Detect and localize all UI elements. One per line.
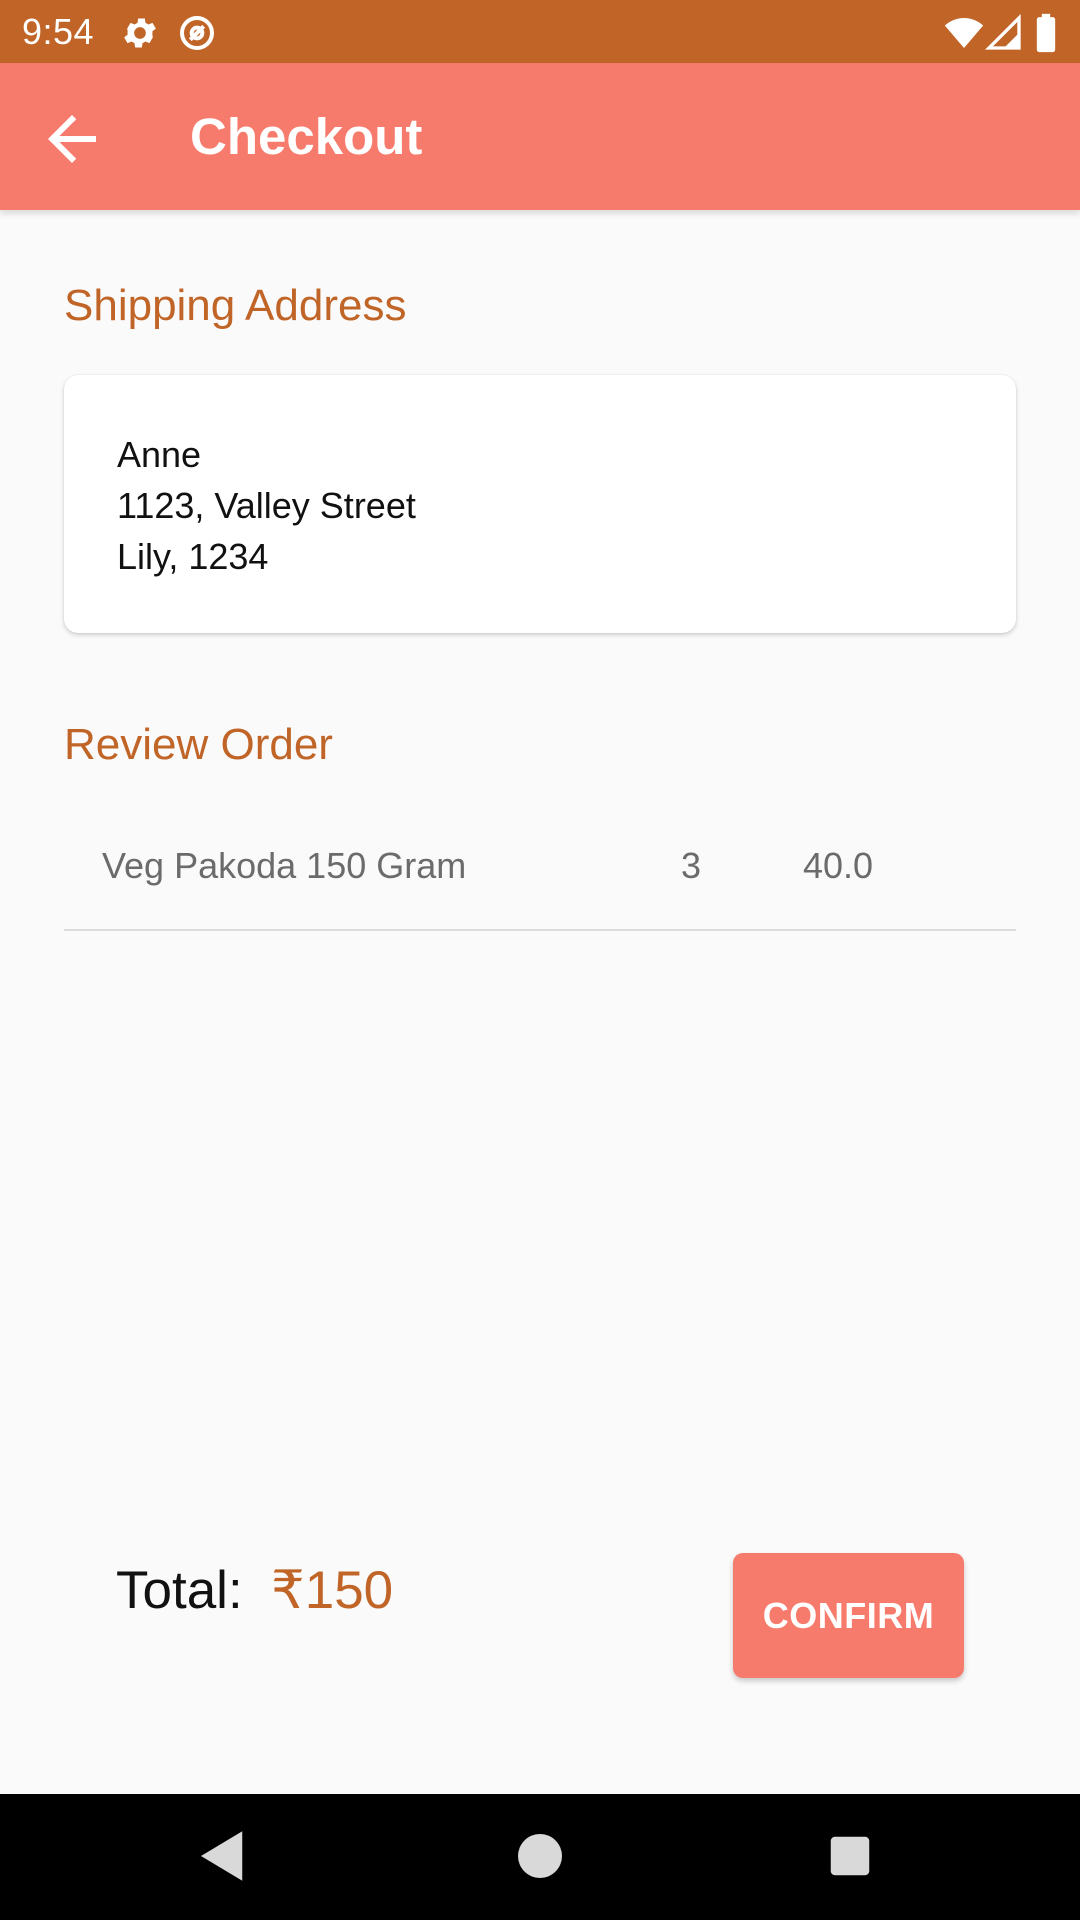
- address-card[interactable]: Anne 1123, Valley Street Lily, 1234: [64, 375, 1016, 633]
- item-name: Veg Pakoda 150 Gram: [102, 845, 467, 886]
- recents-square-icon[interactable]: [817, 1823, 883, 1889]
- back-button[interactable]: [36, 103, 108, 175]
- home-circle-icon[interactable]: [507, 1823, 573, 1889]
- app-bar: Checkout: [0, 63, 1080, 210]
- total-value: ₹150: [271, 1561, 394, 1620]
- total-label: Total:: [116, 1561, 243, 1620]
- settings-icon: [120, 13, 160, 53]
- battery-icon: [1029, 13, 1063, 53]
- page-title: Checkout: [190, 108, 423, 165]
- address-street: 1123, Valley Street: [117, 485, 416, 526]
- wifi-icon: [944, 13, 984, 53]
- navigation-bar: [0, 1794, 1080, 1920]
- address-city: Lily, 1234: [117, 536, 269, 577]
- at-sign-icon: [177, 13, 217, 53]
- signal-icon: [984, 13, 1024, 53]
- review-order-title: Review Order: [64, 720, 333, 769]
- list-item: Veg Pakoda 150 Gram 3 40.0: [64, 820, 1016, 930]
- address-name: Anne: [117, 434, 202, 475]
- item-price: 40.0: [803, 845, 874, 886]
- status-time: 9:54: [22, 11, 95, 52]
- item-quantity: 3: [681, 845, 702, 886]
- arrow-back-icon: [48, 115, 96, 163]
- divider: [64, 929, 1016, 931]
- confirm-button[interactable]: CONFIRM: [733, 1553, 964, 1678]
- shipping-address-title: Shipping Address: [64, 281, 407, 330]
- back-triangle-icon[interactable]: [190, 1823, 256, 1889]
- status-bar: 9:54: [0, 0, 1080, 63]
